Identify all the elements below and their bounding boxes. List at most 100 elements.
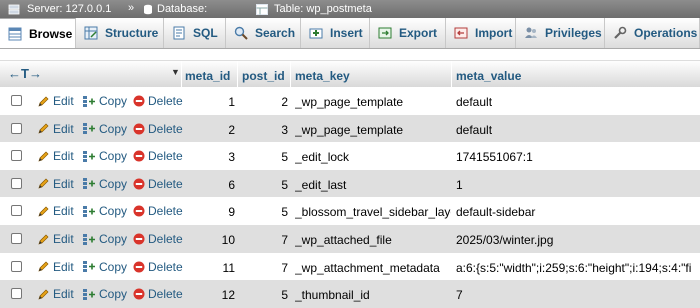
edit-icon xyxy=(38,151,49,162)
cell-meta-id[interactable]: 1 xyxy=(185,95,235,109)
cell-meta-value[interactable]: 7 xyxy=(456,288,692,302)
table-row[interactable]: Edit Copy Delete 10 7 _wp_attached_file 2025/0… xyxy=(0,225,700,253)
delete-link[interactable]: Delete xyxy=(133,149,183,163)
cell-meta-id[interactable]: 10 xyxy=(185,233,235,247)
cell-meta-key[interactable]: _blossom_travel_sidebar_layout xyxy=(295,205,451,219)
delete-link[interactable]: Delete xyxy=(133,94,183,108)
edit-link[interactable]: Edit xyxy=(37,177,74,191)
cell-post-id[interactable]: 5 xyxy=(242,205,288,219)
breadcrumb-table[interactable]: Table: wp_postmeta xyxy=(256,2,372,16)
delete-icon xyxy=(133,150,145,162)
edit-link[interactable]: Edit xyxy=(37,94,74,108)
edit-icon xyxy=(38,96,49,107)
table-icon xyxy=(256,3,268,15)
row-checkbox[interactable] xyxy=(11,288,22,300)
cell-meta-id[interactable]: 2 xyxy=(185,123,235,137)
cell-meta-value[interactable]: 1 xyxy=(456,178,692,192)
cell-meta-key[interactable]: _wp_attachment_metadata xyxy=(295,261,451,275)
row-checkbox[interactable] xyxy=(11,233,22,244)
tab-export[interactable]: Export xyxy=(370,18,446,48)
delete-label: Delete xyxy=(148,149,183,164)
delete-link[interactable]: Delete xyxy=(133,260,183,274)
table-row[interactable]: Edit Copy Delete 1 2 _wp_page_template default xyxy=(0,87,700,115)
copy-icon xyxy=(83,150,95,162)
edit-link[interactable]: Edit xyxy=(37,260,74,274)
cell-post-id[interactable]: 5 xyxy=(242,288,288,302)
tab-structure-label: Structure xyxy=(105,26,159,40)
copy-link[interactable]: Copy xyxy=(82,149,127,163)
copy-link[interactable]: Copy xyxy=(82,122,127,136)
delete-link[interactable]: Delete xyxy=(133,287,183,301)
cell-meta-key[interactable]: _edit_lock xyxy=(295,150,451,164)
column-header-meta-value[interactable]: meta_value xyxy=(456,69,521,83)
delete-link[interactable]: Delete xyxy=(133,177,183,191)
delete-link[interactable]: Delete xyxy=(133,204,183,218)
cell-meta-key[interactable]: _wp_attached_file xyxy=(295,233,451,247)
copy-icon xyxy=(83,205,95,217)
tab-insert[interactable]: Insert xyxy=(301,18,370,48)
import-icon xyxy=(454,27,468,39)
breadcrumb-database[interactable]: Database: xyxy=(142,2,207,16)
row-checkbox[interactable] xyxy=(11,260,22,272)
table-row[interactable]: Edit Copy Delete 6 5 _edit_last 1 xyxy=(0,169,700,198)
column-header-post-id[interactable]: post_id xyxy=(242,69,285,83)
cell-meta-id[interactable]: 12 xyxy=(185,288,235,302)
tab-privileges[interactable]: Privileges xyxy=(516,18,605,48)
copy-label: Copy xyxy=(99,204,128,219)
tab-import[interactable]: Import xyxy=(446,18,516,48)
edit-link[interactable]: Edit xyxy=(37,204,74,218)
tab-structure[interactable]: Structure xyxy=(76,18,164,48)
column-header-meta-id[interactable]: meta_id xyxy=(185,69,230,83)
cell-meta-value[interactable]: a:6:{s:5:"width";i:259;s:6:"height";i:19… xyxy=(456,261,692,275)
copy-link[interactable]: Copy xyxy=(82,232,127,246)
cell-meta-key[interactable]: _edit_last xyxy=(295,178,451,192)
cell-meta-id[interactable]: 3 xyxy=(185,150,235,164)
table-row[interactable]: Edit Copy Delete 12 5 _thumbnail_id 7 xyxy=(0,280,700,308)
cell-meta-key[interactable]: _wp_page_template xyxy=(295,123,451,137)
tab-search[interactable]: Search xyxy=(226,18,301,48)
cell-meta-value[interactable]: 2025/03/winter.jpg xyxy=(456,233,692,247)
row-checkbox[interactable] xyxy=(11,205,22,217)
edit-link[interactable]: Edit xyxy=(37,149,74,163)
copy-link[interactable]: Copy xyxy=(82,177,127,191)
cell-meta-id[interactable]: 6 xyxy=(185,178,235,192)
cell-meta-id[interactable]: 9 xyxy=(185,205,235,219)
edit-link[interactable]: Edit xyxy=(37,287,74,301)
cell-meta-value[interactable]: default xyxy=(456,95,692,109)
copy-link[interactable]: Copy xyxy=(82,287,127,301)
cell-meta-id[interactable]: 11 xyxy=(185,261,235,275)
copy-link[interactable]: Copy xyxy=(82,204,127,218)
cell-post-id[interactable]: 7 xyxy=(242,261,288,275)
breadcrumb-server[interactable]: Server: 127.0.0.1 xyxy=(8,2,111,16)
table-row[interactable]: Edit Copy Delete 2 3 _wp_page_template default xyxy=(0,114,700,143)
table-row[interactable]: Edit Copy Delete 3 5 _edit_lock 1741551067:1 xyxy=(0,142,700,170)
row-checkbox[interactable] xyxy=(11,177,22,189)
cell-meta-value[interactable]: default-sidebar xyxy=(456,205,692,219)
table-row[interactable]: Edit Copy Delete 9 5 _blossom_travel_sidebar_… xyxy=(0,197,700,225)
column-arrows[interactable]: ←T→ xyxy=(8,66,42,81)
delete-link[interactable]: Delete xyxy=(133,122,183,136)
copy-link[interactable]: Copy xyxy=(82,260,127,274)
edit-link[interactable]: Edit xyxy=(37,232,74,246)
copy-link[interactable]: Copy xyxy=(82,94,127,108)
cell-post-id[interactable]: 5 xyxy=(242,178,288,192)
cell-meta-value[interactable]: 1741551067:1 xyxy=(456,150,692,164)
table-row[interactable]: Edit Copy Delete 11 7 _wp_attachment_metadata… xyxy=(0,252,700,281)
tab-browse[interactable]: Browse xyxy=(0,18,76,48)
cell-meta-value[interactable]: default xyxy=(456,123,692,137)
tab-operations[interactable]: Operations xyxy=(605,18,700,48)
cell-post-id[interactable]: 2 xyxy=(242,95,288,109)
row-checkbox[interactable] xyxy=(11,95,22,106)
column-header-meta-key[interactable]: meta_key xyxy=(295,69,350,83)
sort-dropdown-icon[interactable]: ▼ xyxy=(171,67,180,77)
row-checkbox[interactable] xyxy=(11,122,22,134)
cell-post-id[interactable]: 5 xyxy=(242,150,288,164)
tab-sql[interactable]: SQL xyxy=(164,18,226,48)
cell-post-id[interactable]: 7 xyxy=(242,233,288,247)
cell-post-id[interactable]: 3 xyxy=(242,123,288,137)
cell-meta-key[interactable]: _wp_page_template xyxy=(295,95,451,109)
delete-link[interactable]: Delete xyxy=(133,232,183,246)
cell-meta-key[interactable]: _thumbnail_id xyxy=(295,288,451,302)
row-checkbox[interactable] xyxy=(11,150,22,162)
edit-link[interactable]: Edit xyxy=(37,122,74,136)
